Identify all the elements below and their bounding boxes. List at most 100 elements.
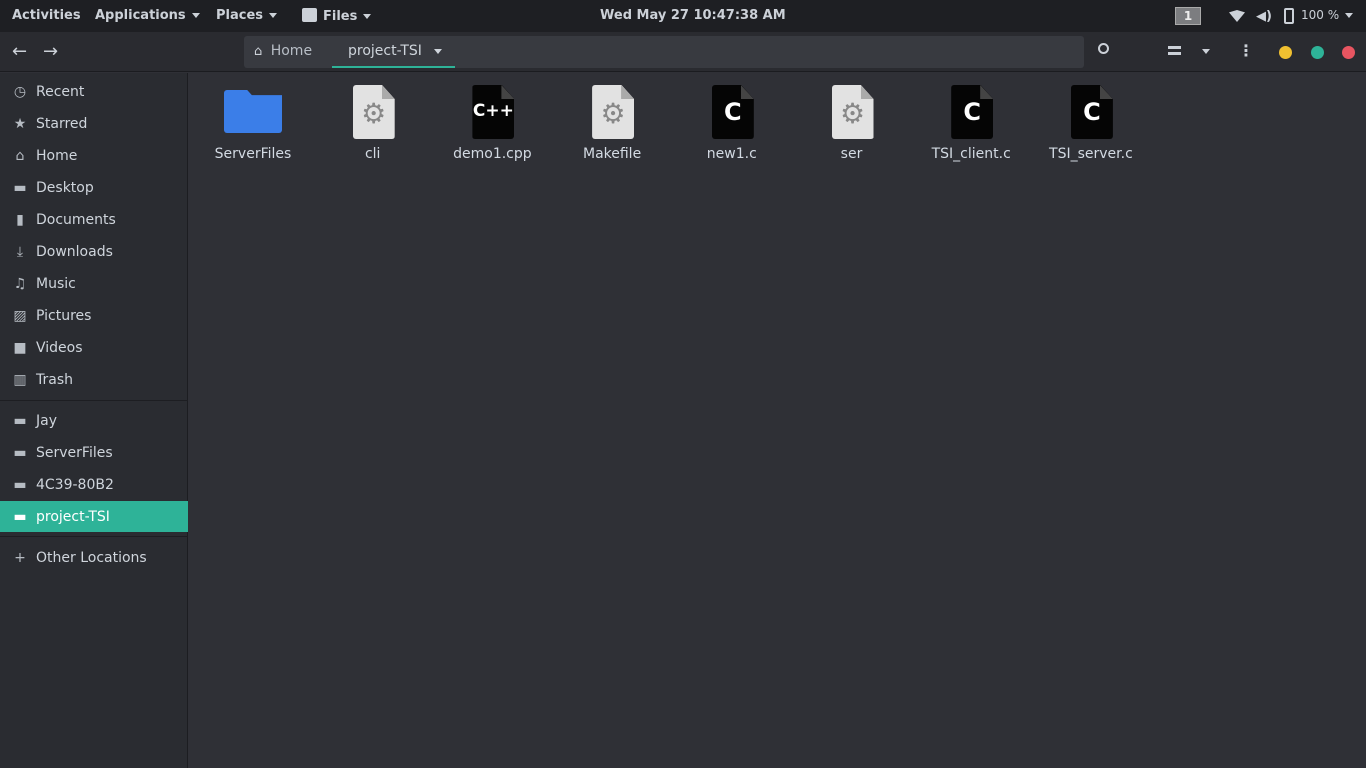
c-source-icon: C — [711, 85, 754, 139]
files-label: Files — [323, 9, 358, 24]
menu-kebab-icon[interactable]: ⋮ — [1238, 41, 1254, 60]
sidebar-item-serverfiles[interactable]: ▬ ServerFiles — [0, 437, 188, 468]
battery-percent: 100 % — [1301, 8, 1340, 22]
close-button[interactable] — [1342, 46, 1355, 59]
chevron-down-icon — [1345, 13, 1354, 18]
applications-label: Applications — [95, 8, 186, 23]
back-button[interactable]: ← — [12, 41, 27, 62]
desktop-icon: ▬ — [13, 179, 27, 196]
sidebar-item-starred[interactable]: ★ Starred — [0, 108, 188, 139]
wifi-icon[interactable] — [1229, 10, 1245, 22]
home-icon: ⌂ — [15, 147, 25, 164]
places-menu[interactable]: Places — [216, 8, 278, 23]
sidebar-item-label: Home — [36, 147, 78, 164]
folder-icon: ▬ — [13, 444, 27, 461]
top-panel: Activities Applications Places Files Wed… — [0, 0, 1366, 32]
sidebar-item-label: project-TSI — [36, 508, 110, 525]
applications-menu[interactable]: Applications — [95, 8, 200, 23]
sidebar-item-desktop[interactable]: ▬ Desktop — [0, 172, 188, 203]
video-icon: ■ — [13, 339, 27, 356]
document-icon: ▮ — [16, 211, 24, 228]
sidebar-item-label: Trash — [36, 371, 73, 388]
view-list-icon[interactable] — [1168, 46, 1181, 56]
plus-icon: + — [14, 549, 26, 566]
folder-icon: ▬ — [13, 508, 27, 525]
file-name: ServerFiles — [214, 146, 292, 162]
sidebar-item-recent[interactable]: ◷ Recent — [0, 76, 188, 107]
download-icon: ⤓ — [16, 243, 24, 260]
sidebar-item-home[interactable]: ⌂ Home — [0, 140, 188, 171]
activities-button[interactable]: Activities — [12, 8, 81, 23]
chevron-down-icon — [269, 13, 278, 18]
sidebar-item-documents[interactable]: ▮ Documents — [0, 204, 188, 235]
minimize-button[interactable] — [1279, 46, 1292, 59]
folder-icon: ▬ — [13, 412, 27, 429]
files-app-menu[interactable]: Files — [302, 8, 372, 24]
sidebar-item-jay[interactable]: ▬ Jay — [0, 405, 188, 436]
star-icon: ★ — [13, 115, 27, 132]
cpp-source-icon: C++ — [472, 85, 515, 139]
trash-icon: ▥ — [13, 371, 27, 388]
music-icon: ♫ — [13, 275, 27, 292]
sidebar-item-label: Starred — [36, 115, 88, 132]
volume-icon[interactable]: ◀) — [1256, 9, 1272, 24]
breadcrumb-current[interactable]: project-TSI — [332, 36, 455, 68]
file-name: ser — [840, 146, 863, 162]
c-source-icon: C — [951, 85, 994, 139]
executable-icon: ⚙ — [352, 85, 395, 139]
sidebar-item-label: Documents — [36, 211, 116, 228]
clock[interactable]: Wed May 27 10:47:38 AM — [600, 8, 786, 23]
chevron-down-icon — [433, 48, 442, 54]
battery-icon[interactable] — [1284, 8, 1294, 24]
search-button[interactable] — [1098, 43, 1109, 54]
sidebar-item-project-tsi[interactable]: ▬ project-TSI — [0, 501, 188, 532]
sidebar-item-label: Videos — [36, 339, 83, 356]
sidebar-item-label: Pictures — [36, 307, 92, 324]
sidebar-item-label: Music — [36, 275, 76, 292]
sidebar-item-pictures[interactable]: ▨ Pictures — [0, 300, 188, 331]
breadcrumb-current-label: project-TSI — [348, 43, 422, 59]
forward-button[interactable]: → — [43, 41, 58, 62]
file-cabinet-icon — [302, 8, 317, 22]
breadcrumb-home[interactable]: ⌂ Home — [254, 43, 312, 59]
sidebar-item-label: Desktop — [36, 179, 94, 196]
divider — [0, 536, 188, 537]
folder-icon — [224, 90, 282, 133]
sidebar: ◷ Recent ★ Starred ⌂ Home ▬ Desktop ▮ Documents ⤓ D… — [0, 73, 188, 768]
sidebar-item-4c39-80b2[interactable]: ▬ 4C39-80B2 — [0, 469, 188, 500]
sidebar-item-label: Recent — [36, 83, 85, 100]
sidebar-item-downloads[interactable]: ⤓ Downloads — [0, 236, 188, 267]
picture-icon: ▨ — [13, 307, 27, 324]
chevron-down-icon — [191, 13, 200, 18]
sidebar-item-label: Downloads — [36, 243, 113, 260]
sidebar-item-music[interactable]: ♫ Music — [0, 268, 188, 299]
breadcrumb-home-label: Home — [270, 43, 313, 59]
file-name: new1.c — [706, 146, 757, 162]
home-icon: ⌂ — [254, 44, 263, 59]
battery-menu[interactable]: 100 % — [1301, 8, 1354, 22]
chevron-down-icon — [363, 14, 372, 19]
sidebar-item-label: Jay — [36, 412, 57, 429]
executable-icon: ⚙ — [831, 85, 874, 139]
places-label: Places — [216, 8, 264, 23]
workspace-indicator[interactable]: 1 — [1175, 7, 1201, 25]
maximize-button[interactable] — [1311, 46, 1324, 59]
file-name: TSI_client.c — [931, 146, 1011, 162]
sidebar-item-trash[interactable]: ▥ Trash — [0, 364, 188, 395]
view-options-dropdown[interactable] — [1202, 49, 1210, 54]
sidebar-item-videos[interactable]: ■ Videos — [0, 332, 188, 363]
file-name: TSI_server.c — [1049, 146, 1133, 162]
header-bar: ← → ⌂ Home project-TSI ⋮ — [0, 32, 1366, 72]
c-source-icon: C — [1070, 85, 1113, 139]
clock-icon: ◷ — [13, 83, 27, 100]
makefile-icon: ⚙ — [592, 85, 635, 139]
folder-icon: ▬ — [13, 476, 27, 493]
path-bar: ⌂ Home project-TSI — [244, 36, 1084, 68]
file-name: Makefile — [582, 146, 642, 162]
sidebar-item-label: ServerFiles — [36, 444, 113, 461]
file-name: demo1.cpp — [453, 146, 532, 162]
sidebar-item-label: 4C39-80B2 — [36, 476, 114, 493]
divider — [0, 400, 188, 401]
file-name: cli — [364, 146, 381, 162]
sidebar-item-other-locations[interactable]: + Other Locations — [0, 542, 188, 573]
